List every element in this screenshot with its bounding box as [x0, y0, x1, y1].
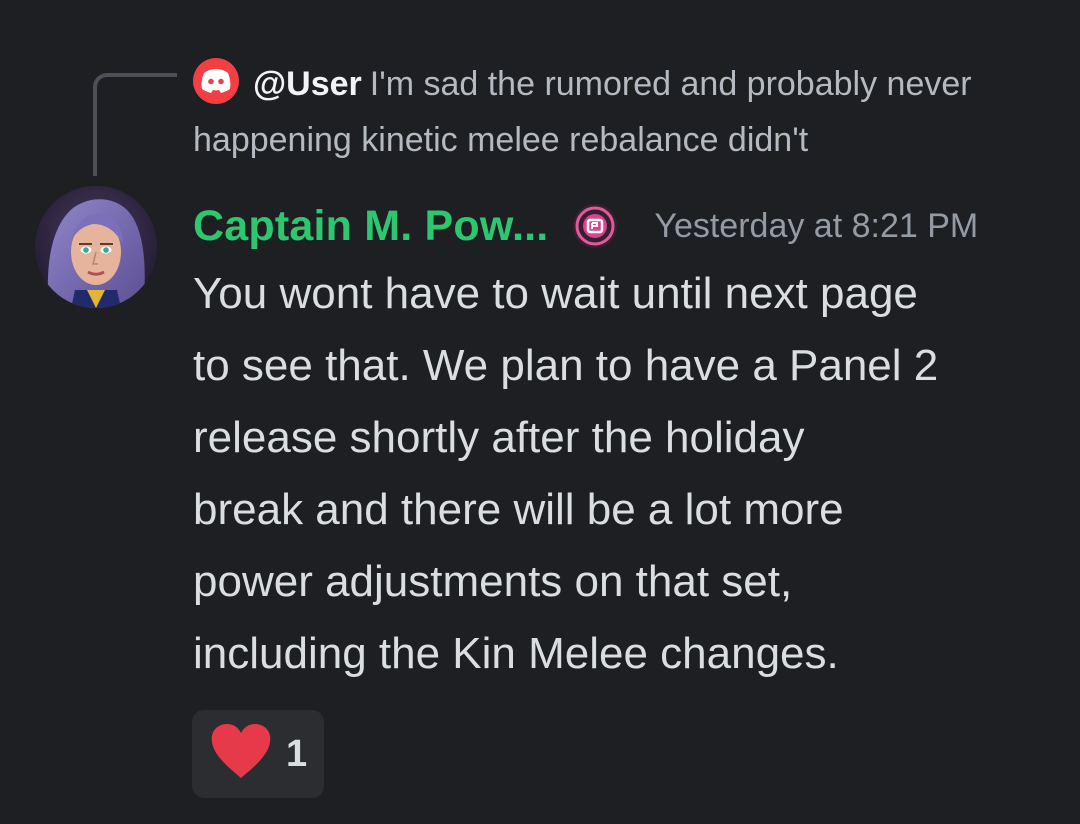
message-line: including the Kin Melee changes. — [193, 629, 839, 678]
message-line: break and there will be a lot more — [193, 485, 844, 534]
heart-icon — [210, 723, 272, 785]
author-name[interactable]: Captain M. Pow... — [193, 202, 548, 251]
reaction-count: 1 — [286, 732, 308, 775]
message-line: power adjustments on that set, — [193, 557, 793, 606]
timestamp: Yesterday at 8:21 PM — [654, 206, 979, 245]
reply-preview[interactable]: @User I'm sad the rumored and probably ne… — [193, 56, 1033, 168]
message-line: release shortly after the holiday — [193, 413, 805, 462]
message-line: to see that. We plan to have a Panel 2 — [193, 341, 939, 390]
message-line: You wont have to wait until next page — [193, 269, 918, 318]
avatar[interactable] — [35, 186, 157, 308]
badge-icon[interactable] — [572, 203, 618, 249]
message-content: You wont have to wait until next page to… — [193, 258, 1063, 690]
reaction-button[interactable]: 1 — [192, 710, 324, 798]
reply-username[interactable]: @User — [253, 65, 362, 103]
message-header: Captain M. Pow... Yesterday at 8:21 PM — [193, 196, 978, 256]
reply-spine — [93, 73, 177, 176]
discord-logo-icon — [193, 58, 239, 104]
